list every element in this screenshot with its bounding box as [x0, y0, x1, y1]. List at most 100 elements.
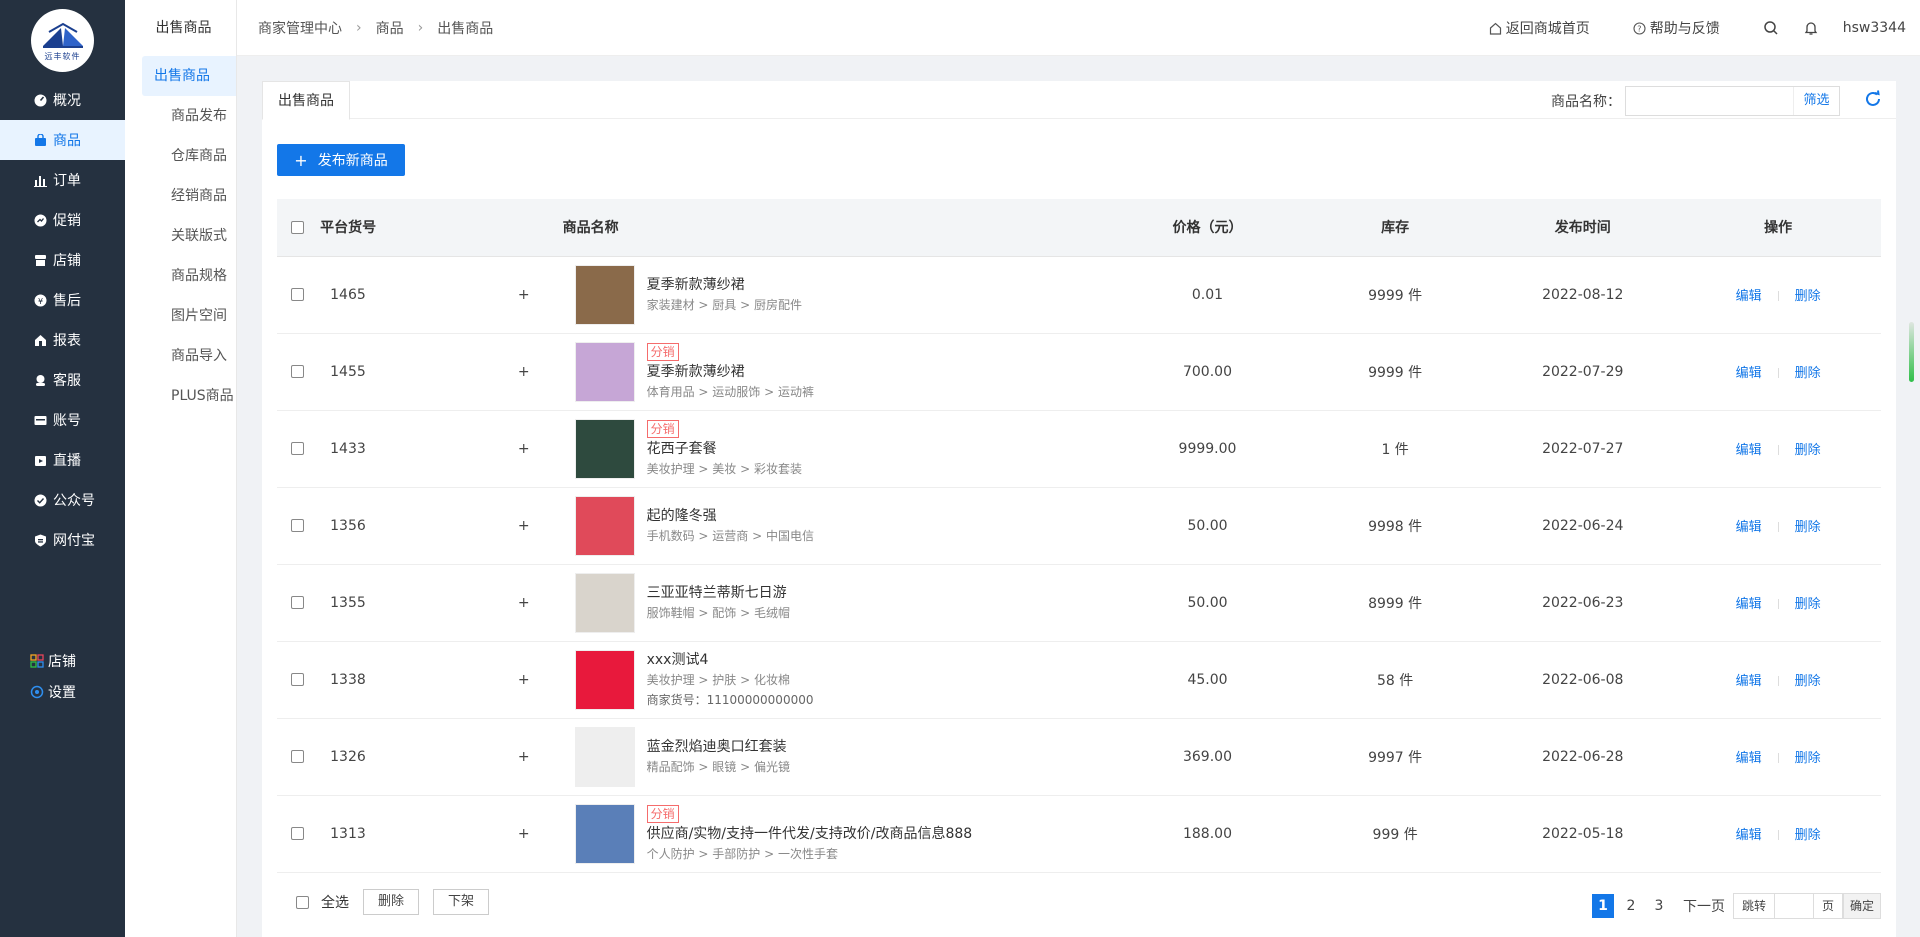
goods-name[interactable]: 夏季新款薄纱裙 — [647, 277, 745, 293]
edit-link[interactable]: 编辑 — [1736, 443, 1762, 458]
sidebar-item-promotion[interactable]: 促销 — [0, 200, 125, 240]
row-checkbox[interactable] — [291, 827, 305, 840]
row-checkbox[interactable] — [291, 596, 305, 609]
edit-link[interactable]: 编辑 — [1736, 520, 1762, 535]
expand-row-icon[interactable]: + — [492, 256, 555, 334]
expand-row-icon[interactable]: + — [492, 487, 555, 565]
subnav-item-related-template[interactable]: 关联版式 — [142, 216, 236, 256]
goods-thumbnail[interactable] — [574, 649, 635, 710]
row-checkbox[interactable] — [291, 673, 305, 686]
row-actions: 编辑 删除 — [1675, 487, 1881, 565]
expand-row-icon[interactable]: + — [492, 718, 555, 796]
goods-name[interactable]: xxx测试4 — [647, 652, 709, 668]
sidebar-item-goods[interactable]: 商品 — [0, 120, 125, 160]
search-icon[interactable] — [1763, 20, 1779, 36]
tab-selling-goods[interactable]: 出售商品 — [262, 81, 350, 120]
delete-link[interactable]: 删除 — [1795, 751, 1821, 766]
sidebar-item-report[interactable]: 报表 — [0, 320, 125, 360]
sidebar-item-live[interactable]: 直播 — [0, 440, 125, 480]
sidebar-bottom-store[interactable]: 店铺 — [0, 645, 125, 676]
delete-link[interactable]: 删除 — [1795, 289, 1821, 304]
filter-button[interactable]: 筛选 — [1794, 87, 1839, 115]
header-price: 价格（元） — [1114, 199, 1301, 257]
sidebar-item-account[interactable]: 账号 — [0, 400, 125, 440]
edit-link[interactable]: 编辑 — [1736, 751, 1762, 766]
expand-row-icon[interactable]: + — [492, 410, 555, 488]
next-page-button[interactable]: 下一页 — [1683, 896, 1725, 916]
row-checkbox[interactable] — [291, 288, 305, 301]
sidebar-item-overview[interactable]: 概况 — [0, 80, 125, 120]
delete-link[interactable]: 删除 — [1795, 443, 1821, 458]
jump-page-input[interactable] — [1774, 893, 1813, 919]
edit-link[interactable]: 编辑 — [1736, 289, 1762, 304]
edit-link[interactable]: 编辑 — [1736, 597, 1762, 612]
delete-link[interactable]: 删除 — [1795, 828, 1821, 843]
company-logo[interactable]: 远丰软件 — [31, 9, 94, 72]
goods-name-input[interactable] — [1626, 87, 1794, 115]
help-link[interactable]: ? 帮助与反馈 — [1633, 18, 1720, 38]
subnav-item-image-space[interactable]: 图片空间 — [142, 296, 236, 336]
subnav-item-import[interactable]: 商品导入 — [142, 336, 236, 376]
subnav-item-distribution[interactable]: 经销商品 — [142, 176, 236, 216]
row-checkbox[interactable] — [291, 519, 305, 532]
page-button[interactable]: 3 — [1648, 894, 1670, 918]
sidebar-item-label: 客服 — [53, 373, 81, 389]
header-actions: 操作 — [1675, 199, 1881, 257]
select-all-header-checkbox[interactable] — [291, 220, 305, 234]
goods-thumbnail[interactable] — [574, 726, 635, 787]
goods-name[interactable]: 花西子套餐 — [647, 441, 717, 457]
subnav-item-warehouse[interactable]: 仓库商品 — [142, 136, 236, 176]
bell-icon[interactable] — [1803, 20, 1819, 36]
row-checkbox[interactable] — [291, 365, 305, 378]
breadcrumb-item[interactable]: 商品 — [376, 18, 404, 38]
sidebar-item-wechat[interactable]: 公众号 — [0, 480, 125, 520]
back-home-link[interactable]: 返回商城首页 — [1489, 18, 1590, 38]
subnav-item-publish[interactable]: 商品发布 — [142, 96, 236, 136]
subnav-item-plus[interactable]: PLUS商品 — [142, 376, 236, 416]
breadcrumb-item[interactable]: 商家管理中心 — [258, 18, 342, 38]
expand-row-icon[interactable]: + — [492, 564, 555, 642]
goods-name[interactable]: 起的隆冬强 — [647, 508, 717, 524]
goods-thumbnail[interactable] — [574, 803, 635, 864]
page-button[interactable]: 2 — [1620, 894, 1642, 918]
select-all-checkbox[interactable] — [296, 895, 309, 909]
sidebar-item-service[interactable]: 客服 — [0, 360, 125, 400]
user-menu[interactable]: hsw3344 — [1843, 20, 1906, 36]
edit-link[interactable]: 编辑 — [1736, 828, 1762, 843]
goods-thumbnail[interactable] — [574, 418, 635, 479]
subnav-item-selling[interactable]: 出售商品 — [142, 56, 236, 96]
delete-link[interactable]: 删除 — [1795, 597, 1821, 612]
delete-link[interactable]: 删除 — [1795, 520, 1821, 535]
edit-link[interactable]: 编辑 — [1736, 366, 1762, 381]
row-checkbox[interactable] — [291, 750, 305, 763]
goods-thumbnail[interactable] — [574, 572, 635, 633]
refresh-icon[interactable] — [1863, 89, 1883, 113]
expand-row-icon[interactable]: + — [492, 641, 555, 719]
publish-new-goods-button[interactable]: + 发布新商品 — [277, 144, 405, 176]
page-button[interactable]: 1 — [1591, 894, 1614, 918]
goods-thumbnail[interactable] — [574, 264, 635, 325]
goods-name[interactable]: 蓝金烈焰迪奥口红套装 — [647, 739, 787, 755]
main-sidebar: 远丰软件 概况 商品 订单 促销 店铺 ¥ 售后 报表 客服 账号 直播 公众号… — [0, 0, 125, 937]
sidebar-bottom-settings[interactable]: 设置 — [0, 676, 125, 707]
page-scrollbar[interactable] — [1909, 322, 1914, 382]
goods-thumbnail[interactable] — [574, 341, 635, 402]
expand-row-icon[interactable]: + — [492, 795, 555, 873]
delete-link[interactable]: 删除 — [1795, 674, 1821, 689]
goods-thumbnail[interactable] — [574, 495, 635, 556]
sidebar-item-orders[interactable]: 订单 — [0, 160, 125, 200]
edit-link[interactable]: 编辑 — [1736, 674, 1762, 689]
bulk-delete-button[interactable]: 删除 — [363, 889, 420, 915]
sidebar-item-store[interactable]: 店铺 — [0, 240, 125, 280]
goods-name[interactable]: 夏季新款薄纱裙 — [647, 364, 745, 380]
sidebar-item-wangfubao[interactable]: 网付宝 — [0, 520, 125, 560]
sidebar-item-aftersale[interactable]: ¥ 售后 — [0, 280, 125, 320]
bulk-offshelf-button[interactable]: 下架 — [433, 889, 490, 915]
row-checkbox[interactable] — [291, 442, 305, 455]
expand-row-icon[interactable]: + — [492, 333, 555, 411]
jump-confirm-button[interactable]: 确定 — [1842, 893, 1881, 919]
goods-name[interactable]: 三亚亚特兰蒂斯七日游 — [647, 585, 787, 601]
delete-link[interactable]: 删除 — [1795, 366, 1821, 381]
goods-name[interactable]: 供应商/实物/支持一件代发/支持改价/改商品信息888 — [647, 826, 973, 842]
subnav-item-spec[interactable]: 商品规格 — [142, 256, 236, 296]
